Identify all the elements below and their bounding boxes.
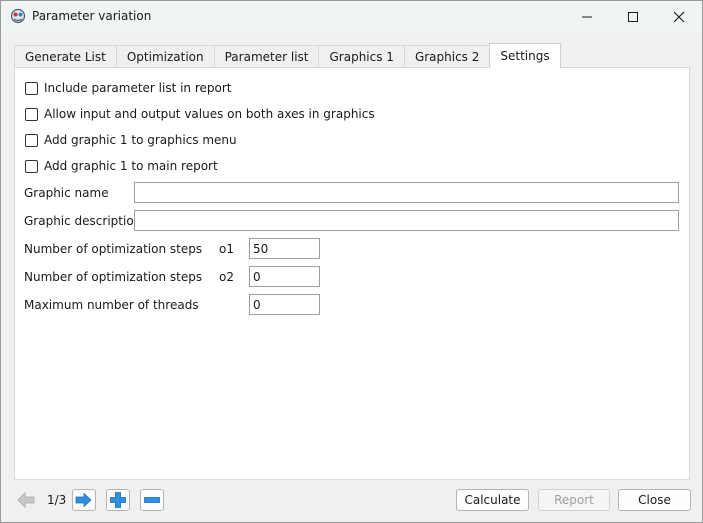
remove-button[interactable] <box>140 489 164 511</box>
allow-both-axes-checkbox[interactable]: Allow input and output values on both ax… <box>25 107 375 121</box>
checkbox-label: Allow input and output values on both ax… <box>44 107 375 121</box>
tab-label: Generate List <box>25 50 106 64</box>
close-window-button[interactable] <box>656 1 702 32</box>
checkbox-box[interactable] <box>25 133 38 147</box>
checkbox-box[interactable] <box>25 159 38 173</box>
graphic-description-input[interactable] <box>134 210 679 231</box>
previous-arrow-icon[interactable] <box>15 490 37 510</box>
checkbox-box[interactable] <box>25 107 38 121</box>
app-icon <box>10 8 26 24</box>
checkbox-label: Add graphic 1 to main report <box>44 159 218 173</box>
include-parameter-list-checkbox[interactable]: Include parameter list in report <box>25 81 232 95</box>
graphic-description-label: Graphic description <box>24 214 142 228</box>
tab-settings[interactable]: Settings <box>489 43 561 68</box>
settings-panel: Include parameter list in report Allow i… <box>14 67 690 480</box>
next-button[interactable] <box>72 489 96 511</box>
add-graphic-to-menu-checkbox[interactable]: Add graphic 1 to graphics menu <box>25 133 237 147</box>
o2-label: o2 <box>219 270 234 284</box>
tab-label: Optimization <box>126 50 204 64</box>
minimize-button[interactable] <box>564 1 610 32</box>
tab-parameter-list[interactable]: Parameter list <box>213 45 320 68</box>
opt-steps-o2-input[interactable] <box>249 266 320 287</box>
opt-steps-o1-input[interactable] <box>249 238 320 259</box>
report-button[interactable]: Report <box>538 489 610 511</box>
checkbox-label: Include parameter list in report <box>44 81 232 95</box>
add-graphic-to-report-checkbox[interactable]: Add graphic 1 to main report <box>25 159 218 173</box>
opt-steps-o1-label: Number of optimization steps <box>24 242 203 256</box>
graphic-name-input[interactable] <box>134 182 679 203</box>
tab-generate-list[interactable]: Generate List <box>14 45 117 68</box>
title-bar: Parameter variation <box>1 1 702 32</box>
plus-icon <box>110 492 126 508</box>
tab-label: Settings <box>500 49 550 63</box>
tab-bar: Generate List Optimization Parameter lis… <box>14 43 561 68</box>
tab-label: Graphics 1 <box>329 50 394 64</box>
tab-graphics-2[interactable]: Graphics 2 <box>403 45 491 68</box>
next-arrow-icon <box>75 492 92 508</box>
checkbox-box[interactable] <box>25 81 38 95</box>
tab-label: Parameter list <box>224 50 309 64</box>
close-icon <box>673 11 685 22</box>
tab-optimization[interactable]: Optimization <box>115 45 215 68</box>
o1-label: o1 <box>219 242 234 256</box>
window-title: Parameter variation <box>32 9 152 23</box>
checkbox-label: Add graphic 1 to graphics menu <box>44 133 237 147</box>
maximize-button[interactable] <box>610 1 656 32</box>
parameter-variation-window: Parameter variation Generate List Optimi… <box>0 0 703 523</box>
max-threads-input[interactable] <box>249 294 320 315</box>
maximize-icon <box>628 11 638 22</box>
graphic-name-label: Graphic name <box>24 186 109 200</box>
page-indicator: 1/3 <box>47 493 67 507</box>
tab-label: Graphics 2 <box>414 50 480 64</box>
minus-icon <box>144 497 160 503</box>
calculate-button[interactable]: Calculate <box>456 489 529 511</box>
close-button[interactable]: Close <box>618 489 691 511</box>
tab-graphics-1[interactable]: Graphics 1 <box>318 45 405 68</box>
max-threads-label: Maximum number of threads <box>24 298 199 312</box>
opt-steps-o2-label: Number of optimization steps <box>24 270 203 284</box>
minimize-icon <box>582 16 592 17</box>
add-button[interactable] <box>106 489 130 511</box>
